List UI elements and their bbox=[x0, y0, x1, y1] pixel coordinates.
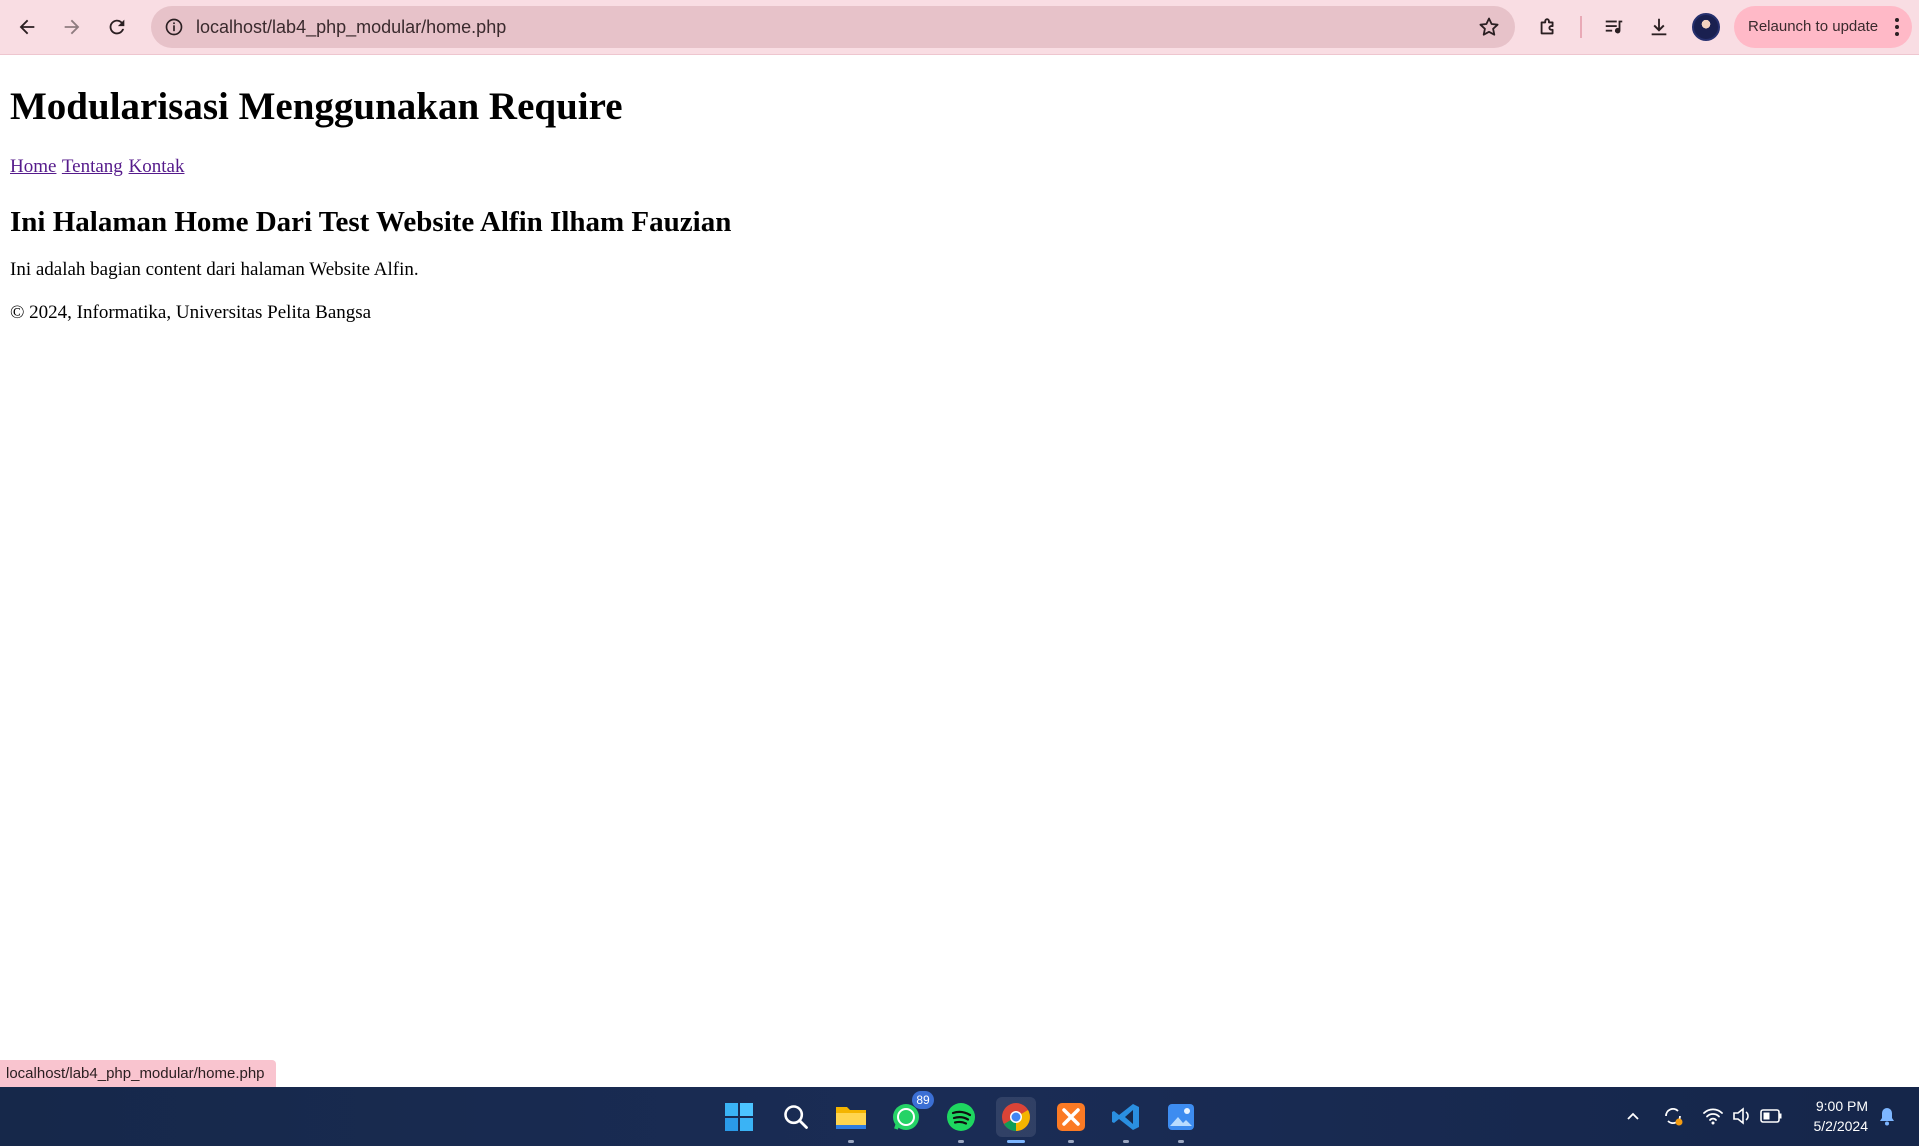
media-control-button[interactable] bbox=[1595, 8, 1633, 46]
notification-badge: 89 bbox=[912, 1091, 934, 1109]
url-text[interactable]: localhost/lab4_php_modular/home.php bbox=[196, 6, 506, 48]
sync-icon[interactable] bbox=[1662, 1105, 1684, 1127]
running-indicator bbox=[1123, 1140, 1129, 1143]
forward-button[interactable] bbox=[53, 8, 91, 46]
clock-date: 5/2/2024 bbox=[1813, 1118, 1869, 1134]
puzzle-icon bbox=[1540, 18, 1554, 35]
bookmark-star-icon[interactable] bbox=[1477, 15, 1501, 39]
clock-time: 9:00 PM bbox=[1815, 1098, 1868, 1114]
profile-avatar[interactable] bbox=[1692, 13, 1720, 41]
nav-link-home[interactable]: Home bbox=[10, 156, 56, 177]
vscode-icon[interactable] bbox=[1106, 1097, 1146, 1143]
page-title: Modularisasi Menggunakan Require bbox=[10, 85, 623, 128]
back-button[interactable] bbox=[8, 8, 46, 46]
whatsapp-icon[interactable]: 89 bbox=[886, 1091, 934, 1137]
address-bar[interactable]: localhost/lab4_php_modular/home.php bbox=[151, 6, 1515, 48]
arrow-left-icon bbox=[19, 19, 35, 35]
playlist-icon bbox=[1605, 20, 1623, 34]
xampp-icon[interactable] bbox=[1051, 1097, 1091, 1143]
taskbar: 89 9:00 PM 5/2/2024 bbox=[0, 1087, 1919, 1146]
volume-icon[interactable] bbox=[1731, 1105, 1753, 1127]
active-indicator bbox=[1007, 1140, 1025, 1143]
nav-link-tentang[interactable]: Tentang bbox=[62, 156, 123, 177]
page-footer: © 2024, Informatika, Universitas Pelita … bbox=[10, 302, 372, 323]
start-icon[interactable] bbox=[719, 1097, 759, 1137]
running-indicator bbox=[848, 1140, 854, 1143]
relaunch-button[interactable]: Relaunch to update bbox=[1734, 6, 1912, 48]
site-nav: Home Tentang Kontak bbox=[10, 155, 1909, 179]
reload-button[interactable] bbox=[98, 8, 136, 46]
photos-icon[interactable] bbox=[1161, 1097, 1201, 1143]
battery-icon[interactable] bbox=[1760, 1105, 1782, 1127]
download-icon bbox=[1651, 18, 1667, 36]
file-explorer-icon[interactable] bbox=[831, 1097, 871, 1143]
system-clock[interactable]: 9:00 PM 5/2/2024 bbox=[1790, 1096, 1869, 1136]
reload-icon bbox=[109, 19, 125, 35]
browser-toolbar: localhost/lab4_php_modular/home.php Rela… bbox=[0, 0, 1919, 55]
chevron-up-icon[interactable] bbox=[1622, 1105, 1644, 1127]
status-bubble: localhost/lab4_php_modular/home.php bbox=[0, 1060, 276, 1087]
wifi-icon[interactable] bbox=[1702, 1105, 1724, 1127]
web-page: Modularisasi Menggunakan Require Home Te… bbox=[0, 56, 1919, 344]
content-heading: Ini Halaman Home Dari Test Website Alfin… bbox=[10, 206, 732, 238]
running-indicator bbox=[1178, 1140, 1184, 1143]
running-indicator bbox=[1068, 1140, 1074, 1143]
notification-bell-icon[interactable] bbox=[1876, 1105, 1898, 1127]
spotify-icon[interactable] bbox=[941, 1097, 981, 1143]
downloads-button[interactable] bbox=[1640, 8, 1678, 46]
nav-link-kontak[interactable]: Kontak bbox=[129, 156, 185, 177]
running-indicator bbox=[958, 1140, 964, 1143]
toolbar-divider bbox=[1580, 16, 1582, 38]
chrome-icon[interactable] bbox=[996, 1097, 1036, 1143]
extensions-button[interactable] bbox=[1529, 8, 1567, 46]
search-icon[interactable] bbox=[776, 1097, 816, 1137]
relaunch-label: Relaunch to update bbox=[1748, 18, 1879, 35]
arrow-right-icon bbox=[64, 19, 80, 35]
site-info-icon[interactable] bbox=[159, 12, 189, 42]
content-paragraph: Ini adalah bagian content dari halaman W… bbox=[10, 259, 419, 280]
more-menu-icon[interactable] bbox=[1894, 17, 1900, 37]
